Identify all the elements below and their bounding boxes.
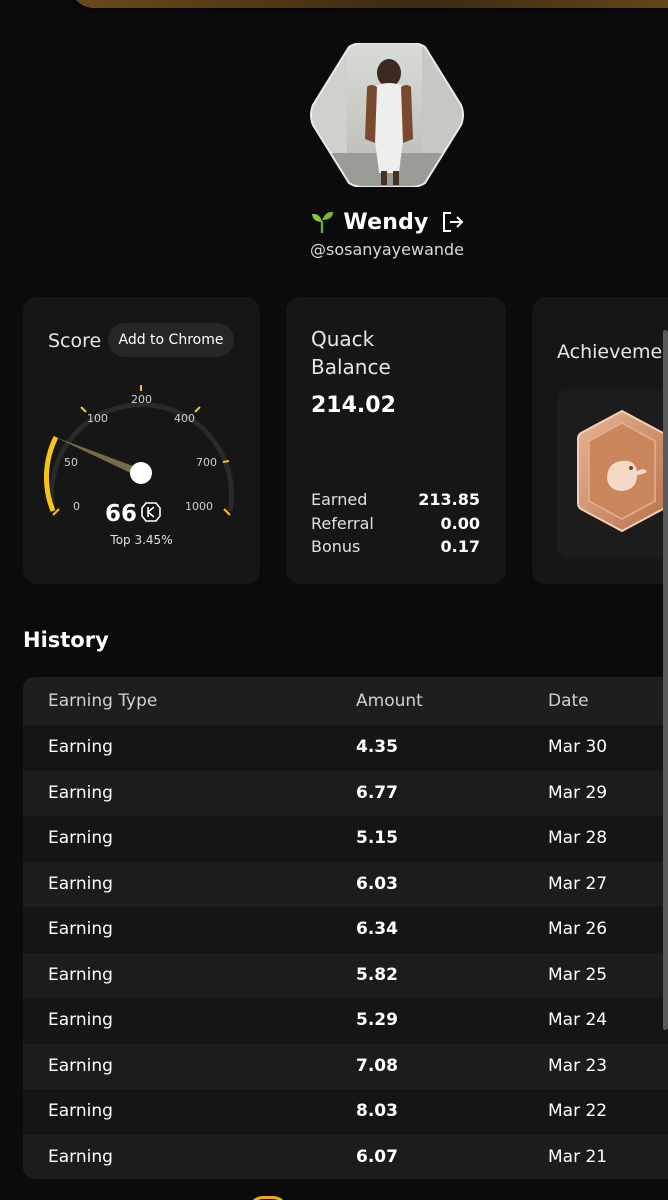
gauge-tick-0: 0: [73, 500, 80, 513]
history-title: History: [23, 628, 109, 652]
score-rank: Top 3.45%: [110, 533, 173, 547]
table-row: Earning 4.35 Mar 30: [23, 725, 668, 771]
row-date: Mar 26: [548, 919, 608, 939]
score-card: Score Add to Chrome 0 50 100 200 400 700…: [23, 297, 260, 584]
table-row: Earning 7.08 Mar 23: [23, 1043, 668, 1089]
table-row: Earning 5.15 Mar 28: [23, 816, 668, 862]
bonus-label: Bonus: [311, 537, 361, 556]
row-amount: 8.03: [356, 1101, 398, 1121]
logout-icon[interactable]: [441, 210, 465, 234]
row-amount: 5.82: [356, 964, 398, 985]
achievements-title: Achievements: [557, 341, 668, 363]
row-amount: 5.15: [356, 828, 398, 848]
gauge-tick-1000: 1000: [185, 500, 213, 513]
gauge-tick-50: 50: [64, 456, 78, 469]
row-earning-type: Earning: [48, 1055, 113, 1076]
gauge-needle-hub: [130, 462, 152, 484]
achievement-slot[interactable]: [557, 389, 668, 559]
profile-handle: @sosanyayewande: [309, 240, 465, 259]
quack-balance-card: Quack Balance 214.02 Earned 213.85 Refer…: [286, 297, 506, 584]
achievements-card: Achievements: [532, 297, 668, 584]
referral-row: Referral 0.00: [311, 514, 480, 533]
row-date: Mar 25: [548, 964, 608, 985]
earned-label: Earned: [311, 490, 368, 509]
row-date: Mar 27: [548, 873, 608, 894]
app-root: Wendy @sosanyayewande Score Add to Chrom…: [0, 0, 668, 1200]
row-earning-type: Earning: [48, 828, 113, 848]
row-amount: 6.34: [356, 919, 398, 939]
row-earning-type: Earning: [48, 1101, 113, 1121]
gauge-tick-400: 400: [174, 412, 195, 425]
referral-label: Referral: [311, 514, 374, 533]
quack-balance-title: Quack Balance: [311, 327, 391, 379]
table-row: Earning 6.34 Mar 26: [23, 907, 668, 953]
table-row: Earning 8.03 Mar 22: [23, 1089, 668, 1135]
row-amount: 5.29: [356, 1010, 398, 1030]
bottom-nav-icon[interactable]: [248, 1196, 288, 1200]
row-date: Mar 30: [548, 737, 608, 757]
referral-value: 0.00: [440, 514, 480, 533]
score-token-icon: [141, 502, 161, 526]
gauge-tick-100: 100: [87, 412, 108, 425]
duck-badge-icon: [577, 409, 667, 533]
score-value-row: 66: [105, 501, 161, 527]
sprout-icon: [309, 209, 335, 235]
row-date: Mar 22: [548, 1101, 608, 1121]
row-amount: 6.77: [356, 782, 398, 803]
table-row: Earning 6.03 Mar 27: [23, 861, 668, 907]
profile-name-row: Wendy: [0, 205, 668, 239]
avatar[interactable]: [307, 43, 467, 187]
row-amount: 6.07: [356, 1146, 398, 1167]
bonus-value: 0.17: [440, 537, 480, 556]
row-date: Mar 29: [548, 782, 608, 803]
row-earning-type: Earning: [48, 782, 113, 803]
table-row: Earning 5.82 Mar 25: [23, 952, 668, 998]
row-earning-type: Earning: [48, 919, 113, 939]
row-earning-type: Earning: [48, 1010, 113, 1030]
row-date: Mar 23: [548, 1055, 608, 1076]
gauge-tick-700: 700: [196, 456, 217, 469]
quack-balance-value: 214.02: [311, 393, 396, 418]
row-earning-type: Earning: [48, 964, 113, 985]
top-banner[interactable]: [70, 0, 668, 8]
row-amount: 4.35: [356, 737, 398, 757]
row-earning-type: Earning: [48, 737, 113, 757]
column-header-amount[interactable]: Amount: [356, 691, 423, 711]
history-table-header: Earning Type Amount Date: [23, 677, 668, 725]
row-date: Mar 24: [548, 1010, 608, 1030]
earned-row: Earned 213.85: [311, 490, 480, 509]
row-earning-type: Earning: [48, 1146, 113, 1167]
score-title: Score: [48, 330, 102, 352]
gauge-tick-200: 200: [131, 393, 152, 406]
avatar-hexagon-image: [310, 43, 464, 187]
column-header-earning-type[interactable]: Earning Type: [48, 691, 157, 711]
profile-name: Wendy: [343, 209, 429, 235]
table-row: Earning 5.29 Mar 24: [23, 998, 668, 1044]
row-date: Mar 21: [548, 1146, 608, 1167]
column-header-date[interactable]: Date: [548, 691, 589, 711]
row-amount: 7.08: [356, 1055, 398, 1076]
bonus-row: Bonus 0.17: [311, 537, 480, 556]
page-scrollbar[interactable]: [663, 330, 668, 1030]
history-table: Earning Type Amount Date Earning 4.35 Ma…: [23, 677, 668, 1179]
add-to-chrome-button[interactable]: Add to Chrome: [108, 323, 234, 357]
earned-value: 213.85: [418, 490, 480, 509]
table-row: Earning 6.07 Mar 21: [23, 1134, 668, 1179]
row-date: Mar 28: [548, 828, 608, 848]
row-amount: 6.03: [356, 873, 398, 894]
score-value: 66: [105, 501, 138, 527]
table-row: Earning 6.77 Mar 29: [23, 770, 668, 816]
row-earning-type: Earning: [48, 873, 113, 894]
